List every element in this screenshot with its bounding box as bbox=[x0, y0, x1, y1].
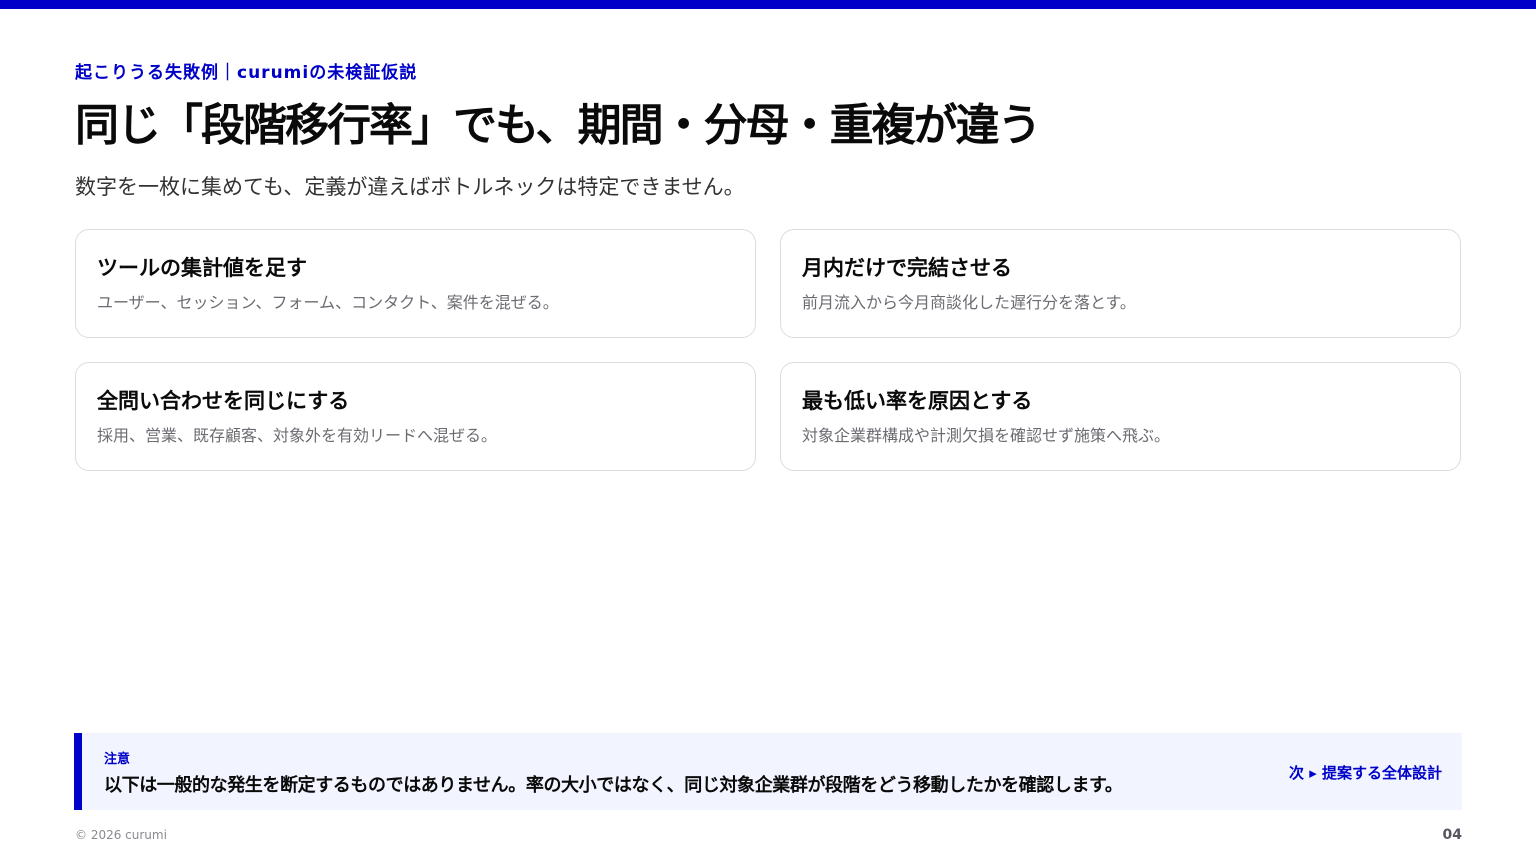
top-accent-bar bbox=[0, 0, 1536, 9]
failure-card-tool-aggregate: ツールの集計値を足す ユーザー、セッション、フォーム、コンタクト、案件を混ぜる。 bbox=[75, 229, 756, 338]
section-eyebrow: 起こりうる失敗例｜curumiの未検証仮説 bbox=[75, 63, 418, 83]
failure-card-all-inquiries: 全問い合わせを同じにする 採用、営業、既存顧客、対象外を有効リードへ混ぜる。 bbox=[75, 362, 756, 471]
card-description: ユーザー、セッション、フォーム、コンタクト、案件を混ぜる。 bbox=[97, 293, 559, 312]
page-subtitle: 数字を一枚に集めても、定義が違えばボトルネックは特定できません。 bbox=[75, 175, 745, 199]
caution-label: 注意 bbox=[104, 752, 131, 767]
failure-card-month-only: 月内だけで完結させる 前月流入から今月商談化した遅行分を落とす。 bbox=[780, 229, 1461, 338]
card-title: ツールの集計値を足す bbox=[97, 256, 307, 280]
page-number: 04 bbox=[1442, 827, 1462, 843]
next-section-link[interactable]: 次 ▸ 提案する全体設計 bbox=[1289, 762, 1442, 783]
card-description: 前月流入から今月商談化した遅行分を落とす。 bbox=[802, 293, 1136, 312]
caution-text: 以下は一般的な発生を断定するものではありません。率の大小ではなく、同じ対象企業群… bbox=[104, 775, 1123, 796]
caution-note: 注意 以下は一般的な発生を断定するものではありません。率の大小ではなく、同じ対象… bbox=[74, 733, 1462, 810]
card-title: 月内だけで完結させる bbox=[802, 256, 1012, 280]
card-description: 対象企業群構成や計測欠損を確認せず施策へ飛ぶ。 bbox=[802, 426, 1171, 445]
page-title: 同じ「段階移行率」でも、期間・分母・重複が違う bbox=[75, 100, 1042, 151]
card-title: 全問い合わせを同じにする bbox=[97, 389, 350, 413]
card-title: 最も低い率を原因とする bbox=[802, 389, 1033, 413]
failure-card-lowest-rate: 最も低い率を原因とする 対象企業群構成や計測欠損を確認せず施策へ飛ぶ。 bbox=[780, 362, 1461, 471]
card-description: 採用、営業、既存顧客、対象外を有効リードへ混ぜる。 bbox=[97, 426, 498, 445]
footer-copyright: © 2026 curumi bbox=[75, 828, 167, 842]
